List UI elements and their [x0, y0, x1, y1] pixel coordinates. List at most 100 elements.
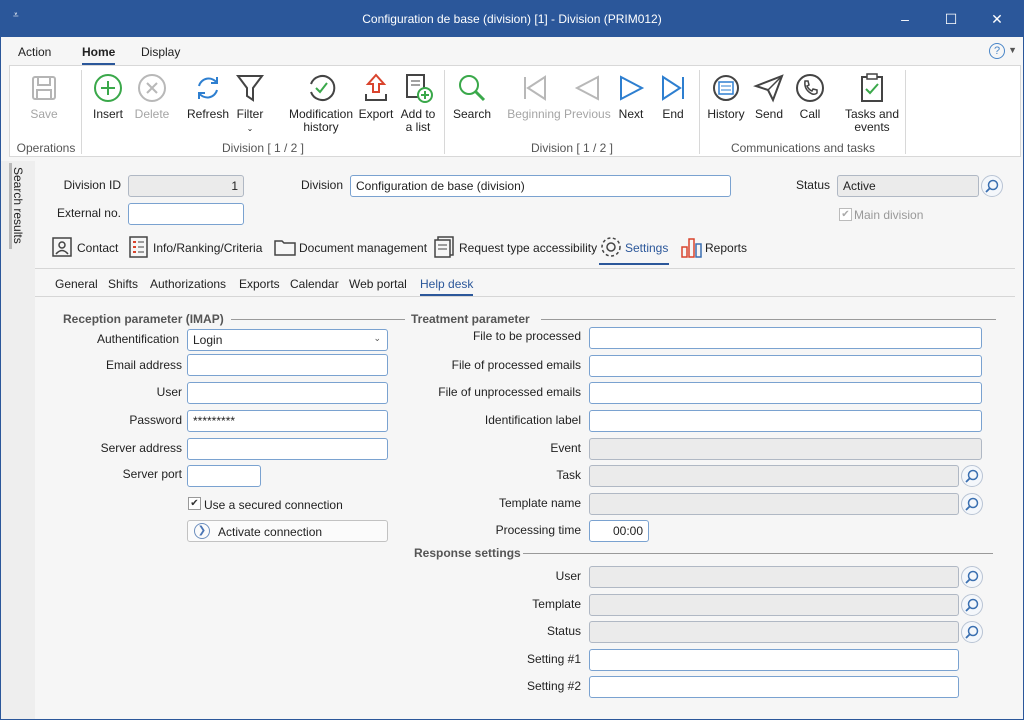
task-field[interactable]	[589, 465, 959, 487]
maximize-button[interactable]: ☐	[931, 7, 971, 31]
user-field[interactable]	[187, 382, 388, 404]
subtab-help-desk[interactable]: Help desk	[420, 277, 474, 296]
add-to-list-label-1: Add to	[400, 107, 436, 121]
main-content: Division ID 1 External no. Division Conf…	[35, 161, 1023, 719]
response-user-lookup-button[interactable]	[961, 566, 983, 588]
add-to-list-button[interactable]: Add to a list	[398, 72, 438, 134]
previous-icon	[574, 75, 599, 101]
save-icon	[32, 76, 56, 100]
end-button[interactable]: End	[658, 72, 688, 121]
send-icon	[753, 74, 784, 103]
tab-reports-label: Reports	[705, 241, 748, 255]
list-icon	[129, 236, 148, 258]
clipboard-check-icon	[861, 73, 883, 102]
status-lookup-button[interactable]	[981, 175, 1003, 197]
end-label: End	[662, 107, 684, 121]
treatment-section-title: Treatment parameter	[411, 312, 530, 326]
help-icon[interactable]: ?	[989, 43, 1005, 59]
response-template-field[interactable]	[589, 594, 959, 616]
authentification-select[interactable]: Login ⌄	[187, 329, 388, 351]
division-id-label: Division ID	[63, 178, 121, 192]
menu-tab-action[interactable]: Action	[18, 45, 51, 59]
chevron-down-icon[interactable]: ⌄	[373, 333, 381, 344]
division-field[interactable]: Configuration de base (division)	[350, 175, 731, 197]
email-address-label: Email address	[105, 358, 182, 372]
refresh-button[interactable]: Refresh	[186, 72, 230, 121]
imap-section-line	[231, 319, 405, 320]
task-lookup-button[interactable]	[961, 465, 983, 487]
add-to-list-label-2: a list	[405, 120, 431, 134]
file-to-process-field[interactable]	[589, 327, 982, 349]
history-button[interactable]: History	[706, 72, 746, 121]
server-port-field[interactable]	[187, 465, 261, 487]
identification-label-field[interactable]	[589, 410, 982, 432]
response-status-lookup-button[interactable]	[961, 621, 983, 643]
subtab-general[interactable]: General	[55, 277, 98, 291]
previous-button[interactable]: Previous	[564, 72, 611, 121]
help-dropdown-icon[interactable]: ▼	[1008, 45, 1017, 55]
call-button[interactable]: Call	[794, 72, 826, 121]
subtab-shifts[interactable]: Shifts	[108, 277, 138, 291]
response-section-title: Response settings	[414, 546, 521, 560]
identification-label-label: Identification label	[484, 413, 581, 427]
call-label: Call	[799, 107, 821, 121]
search-label: Search	[452, 107, 492, 121]
authentification-label: Authentification	[96, 332, 179, 346]
menu-tab-display[interactable]: Display	[141, 45, 180, 59]
export-button[interactable]: Export	[358, 72, 394, 121]
history-label: History	[707, 107, 745, 121]
beginning-button[interactable]: Beginning	[506, 72, 562, 121]
document-stack-icon	[434, 236, 454, 258]
modification-history-label-2: history	[303, 120, 339, 134]
password-field[interactable]: *********	[187, 410, 388, 432]
email-address-field[interactable]	[187, 354, 388, 376]
file-processed-field[interactable]	[589, 355, 982, 377]
file-unprocessed-field[interactable]	[589, 382, 982, 404]
event-field[interactable]	[589, 438, 982, 460]
division-id-field[interactable]: 1	[128, 175, 244, 197]
subtab-calendar[interactable]: Calendar	[290, 277, 339, 291]
filter-button[interactable]: Filter ⌄	[234, 72, 266, 135]
response-user-field[interactable]	[589, 566, 959, 588]
secured-connection-checkbox[interactable]: ✔	[188, 497, 201, 510]
subtab-authorizations[interactable]: Authorizations	[150, 277, 226, 291]
modification-history-button[interactable]: Modification history	[286, 72, 356, 134]
insert-button[interactable]: Insert	[90, 72, 126, 121]
server-address-label: Server address	[100, 441, 182, 455]
refresh-label: Refresh	[186, 107, 230, 121]
tasks-events-button[interactable]: Tasks and events	[844, 72, 900, 134]
search-results-tab[interactable]: Search results	[9, 163, 29, 253]
tasks-events-label-2: events	[854, 120, 890, 134]
template-name-lookup-button[interactable]	[961, 493, 983, 515]
delete-button[interactable]: Delete	[132, 72, 172, 121]
processing-time-field[interactable]: 00:00	[589, 520, 649, 542]
save-button[interactable]: Save	[24, 72, 64, 121]
response-status-field[interactable]	[589, 621, 959, 643]
next-button[interactable]: Next	[616, 72, 646, 121]
activate-connection-button[interactable]: ❯ Activate connection	[187, 520, 388, 542]
setting-1-field[interactable]	[589, 649, 959, 671]
response-template-lookup-button[interactable]	[961, 594, 983, 616]
close-button[interactable]: ✕	[977, 7, 1017, 31]
menu-tab-home[interactable]: Home	[82, 45, 116, 65]
window-title: Configuration de base (division) [1] - D…	[362, 12, 662, 26]
main-division-label: Main division	[854, 208, 924, 222]
external-no-field[interactable]	[128, 203, 244, 225]
search-button[interactable]: Search	[452, 72, 492, 121]
file-processed-label: File of processed emails	[451, 358, 581, 372]
server-address-field[interactable]	[187, 438, 388, 460]
template-name-field[interactable]	[589, 493, 959, 515]
group-communications: Communications and tasks	[730, 141, 876, 155]
minimize-button[interactable]: –	[885, 7, 925, 31]
setting-2-field[interactable]	[589, 676, 959, 698]
tabs-divider	[35, 268, 1015, 269]
subtab-exports[interactable]: Exports	[239, 277, 280, 291]
modification-history-label-1: Modification	[288, 107, 354, 121]
subtab-web-portal[interactable]: Web portal	[349, 277, 407, 291]
main-division-checkbox[interactable]: ✔	[839, 208, 852, 221]
activate-connection-label: Activate connection	[218, 525, 323, 539]
send-button[interactable]: Send	[752, 72, 786, 121]
application-window: ⩡ Configuration de base (division) [1] -…	[0, 0, 1024, 720]
filter-icon	[236, 75, 264, 102]
status-field[interactable]: Active	[837, 175, 979, 197]
